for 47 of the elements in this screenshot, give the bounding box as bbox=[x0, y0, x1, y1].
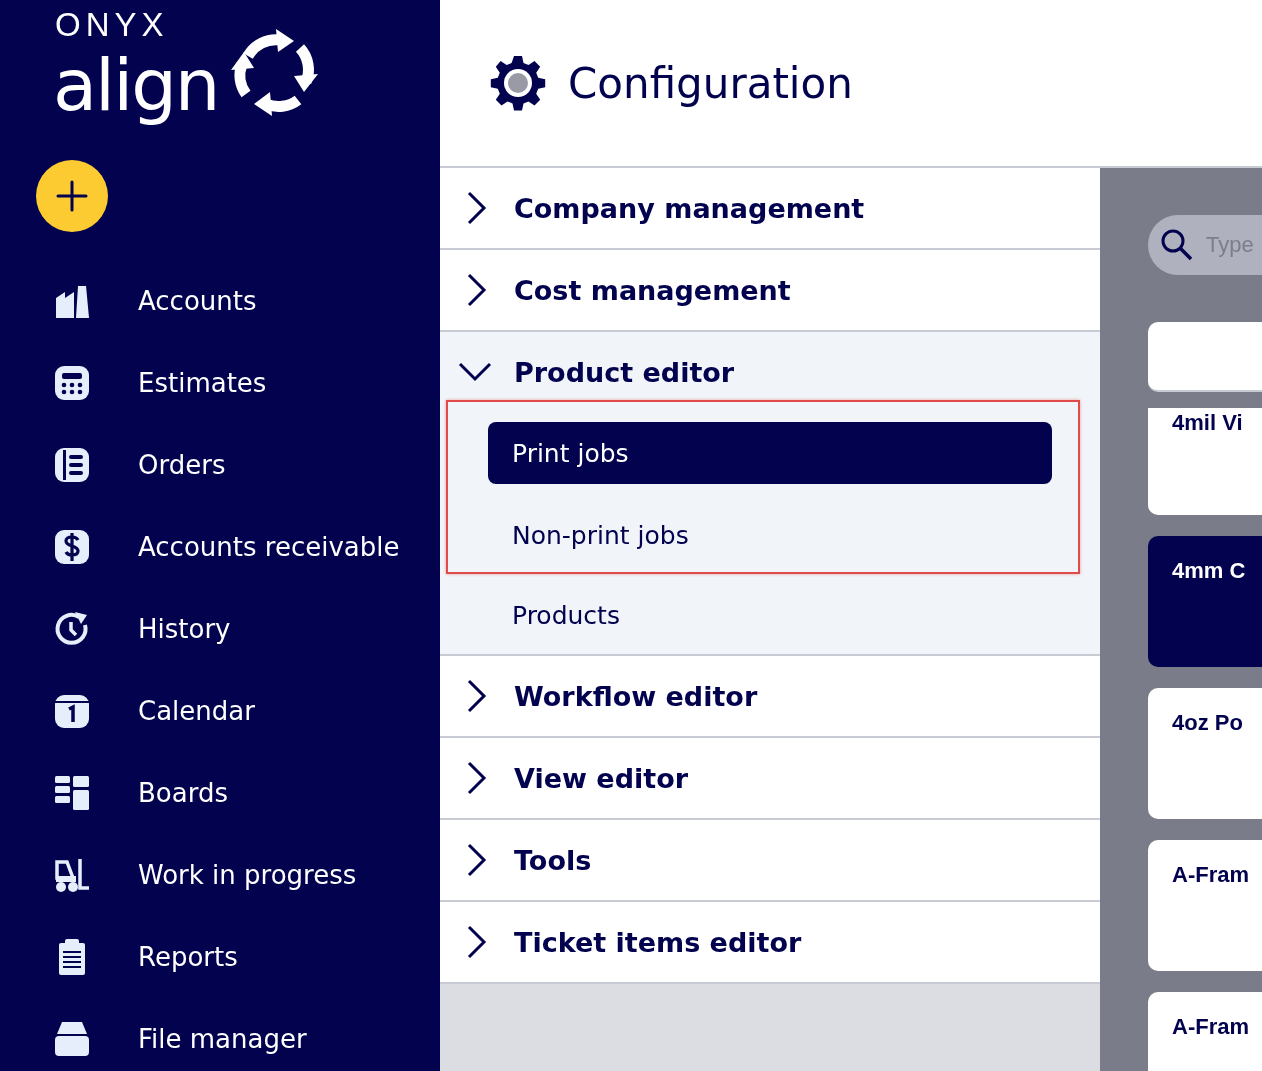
forklift-icon bbox=[53, 856, 91, 894]
chevron-down-icon bbox=[458, 361, 492, 383]
search-icon bbox=[1160, 228, 1194, 262]
logo-brand-text: ONYX bbox=[54, 10, 170, 40]
sidebar-item[interactable]: Calendar bbox=[0, 670, 440, 752]
sidebar-item[interactable]: Work in progress bbox=[0, 834, 440, 916]
calculator-icon bbox=[53, 364, 91, 402]
menu-item[interactable]: Non-print jobs bbox=[488, 504, 1052, 566]
sidebar-item[interactable]: Orders bbox=[0, 424, 440, 506]
sidebar-item[interactable]: Estimates bbox=[0, 342, 440, 424]
sidebar-item[interactable]: Reports bbox=[0, 916, 440, 998]
chevron-right-icon bbox=[466, 273, 488, 307]
chevron-right-icon bbox=[466, 191, 488, 225]
plus-icon bbox=[55, 179, 89, 213]
list-card[interactable]: A-Fram bbox=[1148, 840, 1262, 971]
sidebar-item[interactable]: Accounts receivable bbox=[0, 506, 440, 588]
chevron-right-icon bbox=[466, 761, 488, 795]
clock-history-icon bbox=[53, 610, 91, 648]
sidebar-item[interactable]: File manager bbox=[0, 998, 440, 1071]
sidebar-item[interactable]: History bbox=[0, 588, 440, 670]
section-header[interactable]: Ticket items editor bbox=[440, 902, 1100, 982]
page-title: Configuration bbox=[568, 58, 853, 108]
section-header[interactable]: Workflow editor bbox=[440, 656, 1100, 736]
menu-item[interactable]: Products bbox=[488, 584, 1052, 646]
list-card[interactable]: 4mm C bbox=[1148, 536, 1262, 667]
section-header[interactable]: Product editor bbox=[440, 332, 1100, 412]
sidebar-item[interactable]: Boards bbox=[0, 752, 440, 834]
menu-item[interactable]: Print jobs bbox=[488, 422, 1052, 484]
list-document-icon bbox=[53, 446, 91, 484]
chevron-right-icon bbox=[466, 843, 488, 877]
section-header[interactable]: Cost management bbox=[440, 250, 1100, 330]
section-header[interactable]: Company management bbox=[440, 168, 1100, 248]
sidebar-item[interactable]: Accounts bbox=[0, 260, 440, 342]
logo-product-text: align bbox=[53, 42, 219, 129]
folder-drawer-icon bbox=[53, 1020, 91, 1058]
list-card[interactable]: A-Fram bbox=[1148, 992, 1262, 1071]
chevron-right-icon bbox=[466, 679, 488, 713]
section-header[interactable]: View editor bbox=[440, 738, 1100, 818]
dollar-icon bbox=[53, 528, 91, 566]
list-card[interactable]: 4mil Vi bbox=[1148, 408, 1262, 515]
section-header[interactable]: Tools bbox=[440, 820, 1100, 900]
chevron-right-icon bbox=[466, 925, 488, 959]
list-card[interactable]: 4oz Po bbox=[1148, 688, 1262, 819]
circular-arrows-icon bbox=[228, 26, 321, 118]
settings-icon bbox=[488, 53, 548, 113]
grid-blocks-icon bbox=[53, 774, 91, 812]
calendar-icon bbox=[53, 692, 91, 730]
